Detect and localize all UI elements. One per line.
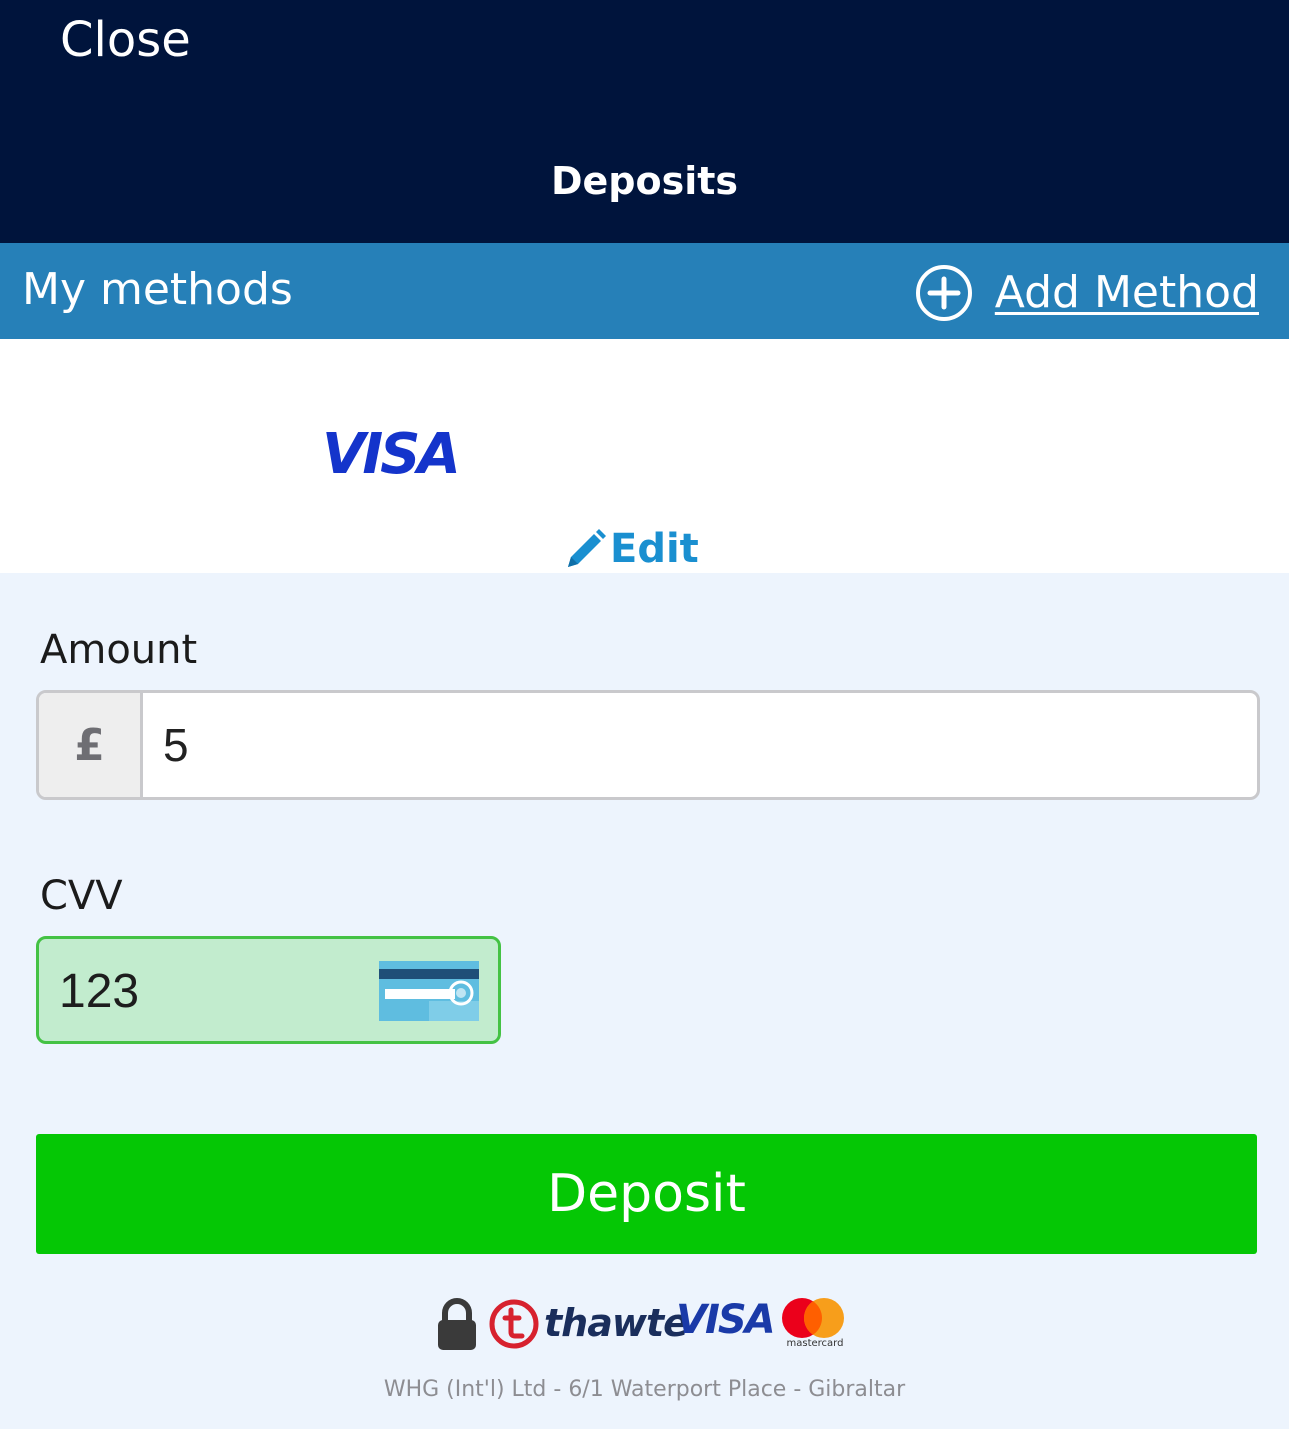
thawte-logo-icon — [489, 1299, 539, 1349]
plus-circle-icon — [915, 265, 972, 321]
my-methods-bar: My methods Add Method — [0, 243, 1289, 339]
close-link[interactable]: Close — [60, 12, 191, 68]
add-method-label: Add Method — [994, 267, 1259, 318]
lock-icon — [438, 1298, 476, 1350]
mastercard-logo-icon — [782, 1298, 844, 1338]
deposit-button[interactable]: Deposit — [36, 1134, 1257, 1254]
my-methods-title: My methods — [22, 264, 293, 315]
edit-label: Edit — [610, 526, 699, 572]
cvv-label: CVV — [40, 873, 123, 919]
cvv-input-group — [36, 936, 501, 1044]
trust-badges: thawte VISA mastercard — [0, 1294, 1289, 1354]
page-title: Deposits — [550, 159, 739, 203]
visa-logo: VISA — [322, 422, 461, 487]
saved-method-card[interactable]: VISA Edit — [0, 339, 1289, 573]
cvv-input[interactable] — [57, 939, 361, 1043]
currency-addon: £ — [39, 693, 143, 797]
amount-input-group: £ — [36, 690, 1260, 800]
card-back-icon — [379, 961, 479, 1021]
add-method-button[interactable]: Add Method — [915, 263, 1259, 323]
amount-label: Amount — [40, 627, 198, 673]
amount-input[interactable] — [143, 693, 1257, 797]
pencil-icon — [568, 529, 606, 567]
mastercard-label: mastercard — [786, 1338, 844, 1349]
header-bar: Close Deposits — [0, 0, 1289, 243]
company-footer: WHG (Int'l) Ltd - 6/1 Waterport Place - … — [383, 1377, 906, 1402]
thawte-label: thawte — [544, 1301, 689, 1345]
edit-method-link[interactable]: Edit — [564, 525, 699, 573]
visa-badge: VISA — [676, 1297, 776, 1343]
